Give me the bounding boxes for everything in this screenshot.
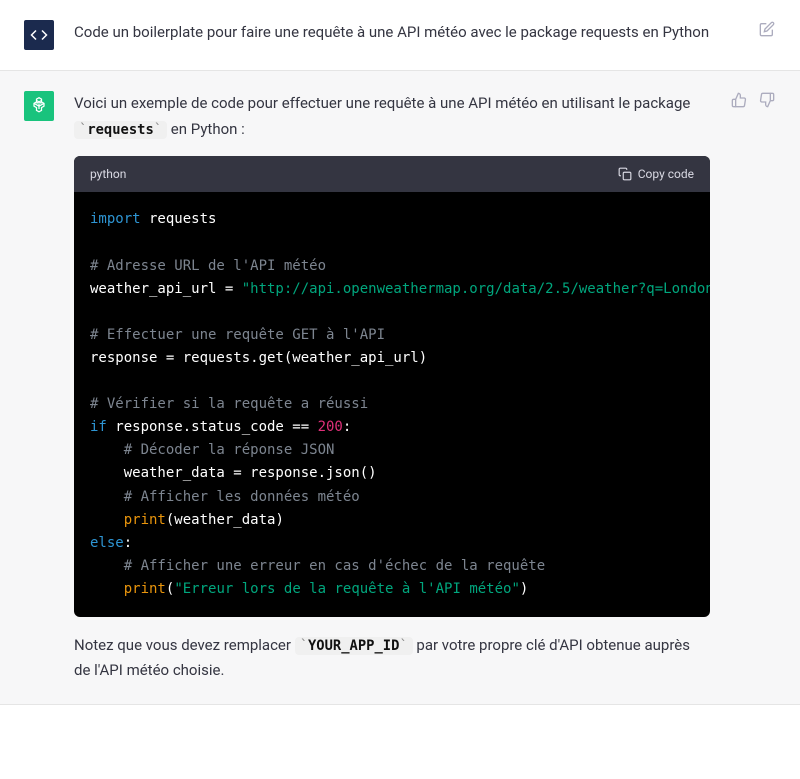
assistant-outro: Notez que vous devez remplacer YOUR_APP_…	[74, 633, 710, 684]
edit-button[interactable]	[758, 20, 776, 38]
thumbs-up-icon	[731, 92, 747, 108]
thumbs-down-button[interactable]	[758, 91, 776, 109]
assistant-avatar	[24, 91, 54, 121]
user-message: Code un boilerplate pour faire une requê…	[0, 0, 800, 71]
clipboard-icon	[618, 167, 632, 181]
intro-text-after: en Python :	[167, 120, 245, 138]
user-actions	[758, 20, 776, 50]
thumbs-up-button[interactable]	[730, 91, 748, 109]
inline-code-appid: YOUR_APP_ID	[295, 637, 413, 655]
user-prompt: Code un boilerplate pour faire une requê…	[74, 20, 738, 50]
outro-text: Notez que vous devez remplacer	[74, 636, 295, 654]
intro-text: Voici un exemple de code pour effectuer …	[74, 94, 690, 112]
copy-code-button[interactable]: Copy code	[618, 164, 694, 184]
openai-icon	[29, 96, 49, 116]
inline-code-requests: requests	[74, 121, 167, 139]
assistant-content: Voici un exemple de code pour effectuer …	[74, 91, 710, 684]
thumbs-down-icon	[759, 92, 775, 108]
code-language-label: python	[90, 164, 126, 184]
code-block-header: python Copy code	[74, 156, 710, 192]
copy-code-label: Copy code	[638, 164, 694, 184]
code-icon	[30, 26, 48, 44]
user-avatar	[24, 20, 54, 50]
assistant-actions	[730, 91, 776, 684]
assistant-message: Voici un exemple de code pour effectuer …	[0, 71, 800, 705]
code-content[interactable]: import requests # Adresse URL de l'API m…	[74, 192, 710, 617]
assistant-intro: Voici un exemple de code pour effectuer …	[74, 91, 710, 142]
edit-icon	[759, 21, 775, 37]
code-block: python Copy code import requests # Adres…	[74, 156, 710, 617]
